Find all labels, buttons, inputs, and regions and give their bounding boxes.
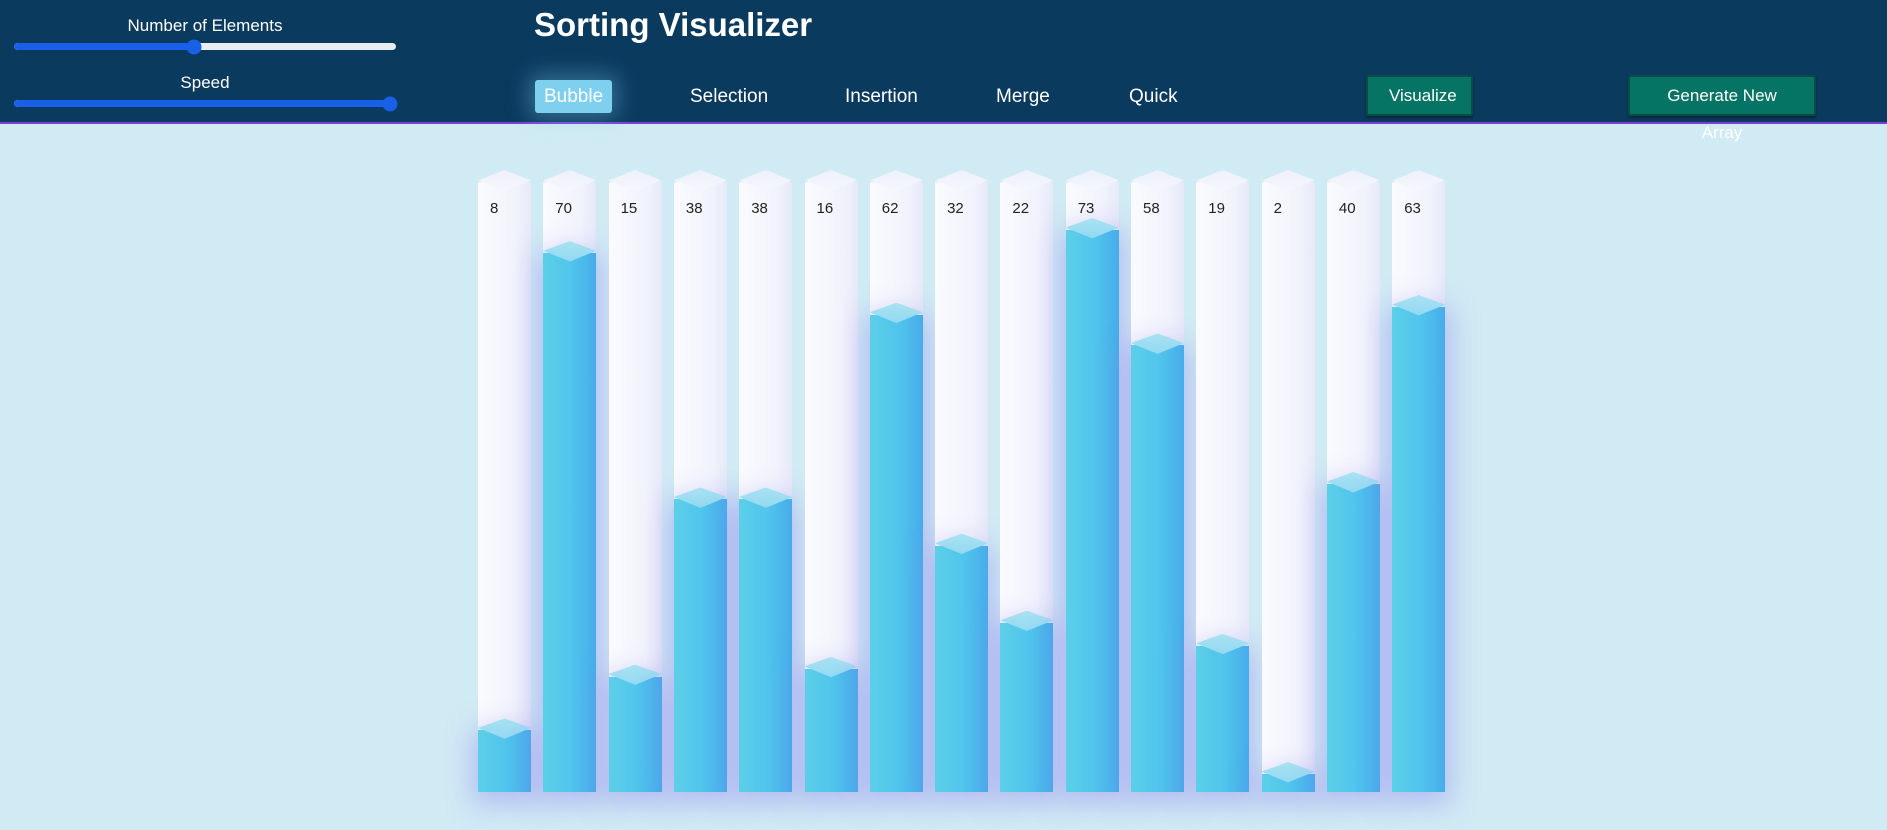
bar-fill — [1065, 230, 1119, 792]
bar-value-label: 73 — [1077, 200, 1095, 217]
array-bar: 32 — [935, 124, 989, 830]
array-bar: 22 — [1000, 124, 1054, 830]
generate-array-button[interactable]: Generate New Array — [1628, 75, 1816, 142]
bar-value-label: 8 — [490, 200, 499, 217]
bar-value-label: 40 — [1338, 200, 1356, 217]
tab-quick[interactable]: Quick — [1120, 80, 1187, 113]
tab-selection[interactable]: Selection — [681, 80, 777, 113]
bar-value-label: 62 — [881, 200, 899, 217]
elements-slider-group: Number of Elements — [14, 16, 396, 54]
array-bar: 63 — [1392, 124, 1446, 830]
bar-value-label: 38 — [685, 200, 703, 217]
array-bar: 62 — [869, 124, 923, 830]
bar-fill — [1000, 622, 1054, 792]
bar-fill — [1196, 645, 1250, 792]
bar-fill — [739, 499, 793, 792]
speed-slider-group: Speed — [14, 73, 398, 111]
bar-tube — [478, 182, 531, 792]
bar-value-label: 19 — [1208, 200, 1225, 217]
array-bar: 38 — [739, 124, 793, 830]
elements-slider[interactable] — [14, 39, 396, 54]
bar-fill — [478, 730, 531, 792]
speed-slider-thumb[interactable] — [382, 96, 398, 111]
bar-value-label: 63 — [1404, 200, 1421, 217]
bar-fill — [1392, 307, 1446, 792]
tab-insertion[interactable]: Insertion — [836, 80, 927, 113]
bar-value-label: 70 — [555, 200, 572, 217]
bar-value-label: 16 — [816, 200, 834, 217]
array-bar: 19 — [1196, 124, 1250, 830]
array-bar: 15 — [608, 124, 662, 830]
elements-slider-fill — [14, 43, 194, 50]
array-bars: 8 70 15 38 38 16 62 32 22 73 58 19 2 40 63 — [0, 124, 1887, 830]
tab-merge[interactable]: Merge — [987, 80, 1059, 113]
bar-fill — [608, 676, 662, 792]
visualize-button[interactable]: Visualize — [1366, 75, 1473, 116]
bar-fill — [1131, 345, 1184, 792]
bar-fill — [869, 314, 923, 792]
array-bar: 2 — [1261, 124, 1315, 830]
array-bar: 70 — [543, 124, 597, 830]
elements-slider-thumb[interactable] — [186, 39, 202, 54]
bar-value-label: 32 — [947, 200, 964, 217]
array-bar: 73 — [1065, 124, 1119, 830]
bar-fill — [804, 668, 858, 792]
speed-slider[interactable] — [14, 96, 398, 111]
bar-value-label: 2 — [1273, 200, 1282, 217]
page-title: Sorting Visualizer — [534, 6, 813, 43]
bar-fill — [935, 545, 989, 792]
array-bar: 16 — [804, 124, 858, 830]
top-bar: Number of Elements Speed Sorting Visuali… — [0, 0, 1887, 142]
bar-value-label: 15 — [620, 200, 638, 217]
bar-value-label: 38 — [751, 200, 768, 217]
speed-slider-fill — [14, 100, 391, 107]
bar-value-label: 58 — [1143, 200, 1160, 217]
elements-slider-label: Number of Elements — [127, 16, 283, 35]
bar-fill — [1326, 484, 1380, 792]
bar-fill — [673, 499, 727, 792]
bar-fill — [543, 253, 597, 792]
array-bar: 58 — [1131, 124, 1184, 830]
array-bar: 38 — [673, 124, 727, 830]
speed-slider-label: Speed — [180, 73, 230, 92]
array-bar: 40 — [1326, 124, 1380, 830]
tab-bubble[interactable]: Bubble — [535, 80, 613, 113]
bar-value-label: 22 — [1012, 200, 1030, 217]
bar-tube — [1261, 182, 1315, 792]
array-bar: 8 — [478, 124, 531, 830]
